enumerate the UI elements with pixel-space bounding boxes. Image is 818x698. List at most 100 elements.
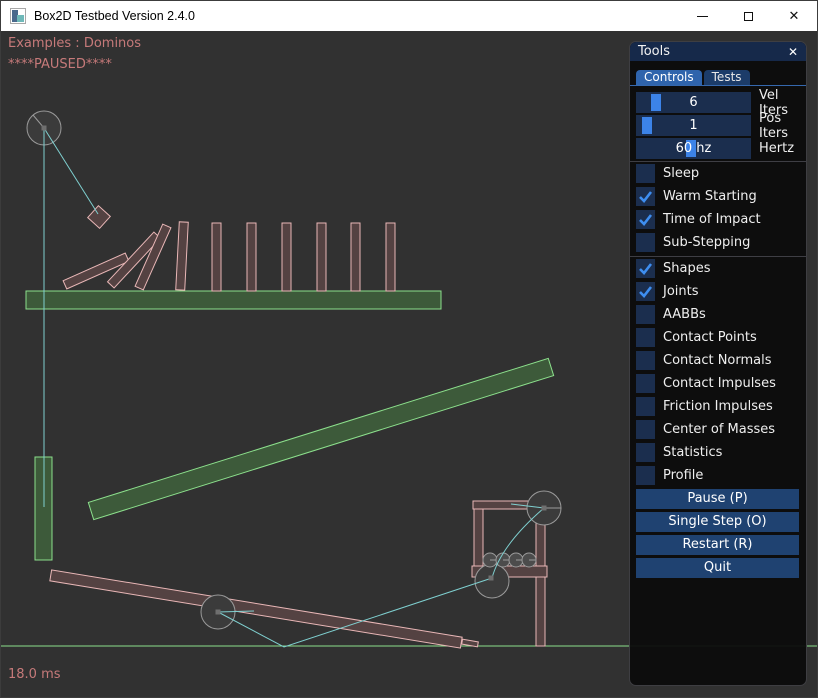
checkbox-row-friction-impulses[interactable]: Friction Impulses	[636, 397, 800, 416]
dominoes	[63, 222, 395, 291]
check-icon	[637, 211, 654, 228]
example-label: Examples : Dominos	[8, 36, 141, 51]
check-icon	[637, 283, 654, 300]
checkbox-row-contact-impulses[interactable]: Contact Impulses	[636, 374, 800, 393]
pos-iters-label: Pos Iters	[759, 111, 800, 141]
app-window: Box2D Testbed Version 2.4.0 ✕	[0, 0, 818, 698]
green-ramp	[88, 358, 553, 519]
tools-panel-title: Tools	[638, 44, 670, 59]
paused-label: ****PAUSED****	[8, 57, 112, 72]
window-title: Box2D Testbed Version 2.4.0	[34, 9, 195, 23]
checkbox-label: Warm Starting	[663, 189, 757, 204]
contact-points-checkbox[interactable]	[636, 328, 655, 347]
maximize-icon	[744, 12, 753, 21]
profile-checkbox[interactable]	[636, 466, 655, 485]
checkbox-row-sleep[interactable]: Sleep	[636, 164, 800, 183]
physics-canvas[interactable]: Examples : Dominos ****PAUSED**** 18.0 m…	[1, 31, 818, 698]
checkbox-row-statistics[interactable]: Statistics	[636, 443, 800, 462]
checkbox-row-contact-normals[interactable]: Contact Normals	[636, 351, 800, 370]
frame-time-label: 18.0 ms	[8, 667, 61, 682]
domino-standing-3	[247, 223, 256, 291]
quit-button[interactable]: Quit	[636, 558, 799, 578]
window-controls: ✕	[679, 1, 817, 31]
checkbox-label: Sleep	[663, 166, 699, 181]
sub-stepping-checkbox[interactable]	[636, 233, 655, 252]
checkbox-row-profile[interactable]: Profile	[636, 466, 800, 485]
rope-lower-circle	[475, 564, 509, 598]
pos-iters-value: 1	[636, 115, 751, 136]
checkbox-label: Friction Impulses	[663, 399, 773, 414]
tab-controls[interactable]: Controls	[636, 70, 702, 85]
shapes-checkbox[interactable]	[636, 259, 655, 278]
tools-panel: Tools ✕ Controls Tests 6 Vel Iters 1	[629, 41, 807, 686]
checkbox-label: Contact Impulses	[663, 376, 776, 391]
vel-iters-slider[interactable]: 6	[636, 92, 751, 113]
checkbox-row-joints[interactable]: Joints	[636, 282, 800, 301]
friction-impulses-checkbox[interactable]	[636, 397, 655, 416]
tab-tests[interactable]: Tests	[704, 70, 750, 85]
checkbox-row-contact-points[interactable]: Contact Points	[636, 328, 800, 347]
checkbox-row-aabbs[interactable]: AABBs	[636, 305, 800, 324]
domino-standing-6	[351, 223, 360, 291]
checkbox-row-shapes[interactable]: Shapes	[636, 259, 800, 278]
separator	[630, 256, 806, 257]
maximize-button[interactable]	[725, 1, 771, 31]
checkbox-label: Joints	[663, 284, 699, 299]
app-icon	[10, 8, 26, 24]
shelf-balls	[483, 553, 536, 567]
domino-standing-1	[176, 222, 189, 290]
checkbox-label: Shapes	[663, 261, 710, 276]
pause-button[interactable]: Pause (P)	[636, 489, 799, 509]
hertz-value: 60 hz	[636, 138, 751, 159]
checkbox-label: Profile	[663, 468, 703, 483]
slider-row-pos-iters: 1 Pos Iters	[636, 115, 800, 136]
checkbox-label: Statistics	[663, 445, 722, 460]
restart-button[interactable]: Restart (R)	[636, 535, 799, 555]
domino-platform	[26, 291, 441, 309]
warm-starting-checkbox[interactable]	[636, 187, 655, 206]
checkbox-label: Sub-Stepping	[663, 235, 750, 250]
hertz-slider[interactable]: 60 hz	[636, 138, 751, 159]
checkbox-row-time-of-impact[interactable]: Time of Impact	[636, 210, 800, 229]
checkbox-label: Time of Impact	[663, 212, 761, 227]
minimize-icon	[697, 16, 708, 17]
checkbox-label: Contact Points	[663, 330, 757, 345]
checkbox-row-warm-starting[interactable]: Warm Starting	[636, 187, 800, 206]
checkbox-label: Center of Masses	[663, 422, 775, 437]
joint-anchors	[42, 126, 547, 615]
checkbox-row-center-of-masses[interactable]: Center of Masses	[636, 420, 800, 439]
check-icon	[637, 260, 654, 277]
contact-normals-checkbox[interactable]	[636, 351, 655, 370]
pendulum-joint-line	[44, 128, 98, 214]
seesaw-plank	[50, 570, 462, 648]
check-icon	[637, 188, 654, 205]
aabbs-checkbox[interactable]	[636, 305, 655, 324]
close-button[interactable]: ✕	[771, 1, 817, 31]
slider-row-hertz: 60 hz Hertz	[636, 138, 800, 159]
domino-standing-7	[386, 223, 395, 291]
minimize-button[interactable]	[679, 1, 725, 31]
joints-checkbox[interactable]	[636, 282, 655, 301]
pos-iters-slider[interactable]: 1	[636, 115, 751, 136]
time-of-impact-checkbox[interactable]	[636, 210, 655, 229]
close-icon: ✕	[789, 10, 800, 23]
checkbox-label: AABBs	[663, 307, 706, 322]
single-step-button[interactable]: Single Step (O)	[636, 512, 799, 532]
domino-standing-5	[317, 223, 326, 291]
domino-standing-2	[212, 223, 221, 291]
pendulum-block	[88, 206, 111, 229]
checkbox-label: Contact Normals	[663, 353, 772, 368]
vel-iters-value: 6	[636, 92, 751, 113]
tab-separator	[630, 85, 806, 86]
center-of-masses-checkbox[interactable]	[636, 420, 655, 439]
statistics-checkbox[interactable]	[636, 443, 655, 462]
os-titlebar[interactable]: Box2D Testbed Version 2.4.0 ✕	[1, 1, 817, 31]
panel-close-icon[interactable]: ✕	[788, 46, 798, 58]
tab-bar: Controls Tests	[630, 61, 806, 85]
checkbox-row-sub-stepping[interactable]: Sub-Stepping	[636, 233, 800, 252]
contact-impulses-checkbox[interactable]	[636, 374, 655, 393]
sleep-checkbox[interactable]	[636, 164, 655, 183]
tools-panel-titlebar[interactable]: Tools ✕	[630, 42, 806, 61]
hertz-label: Hertz	[759, 141, 794, 156]
domino-standing-4	[282, 223, 291, 291]
